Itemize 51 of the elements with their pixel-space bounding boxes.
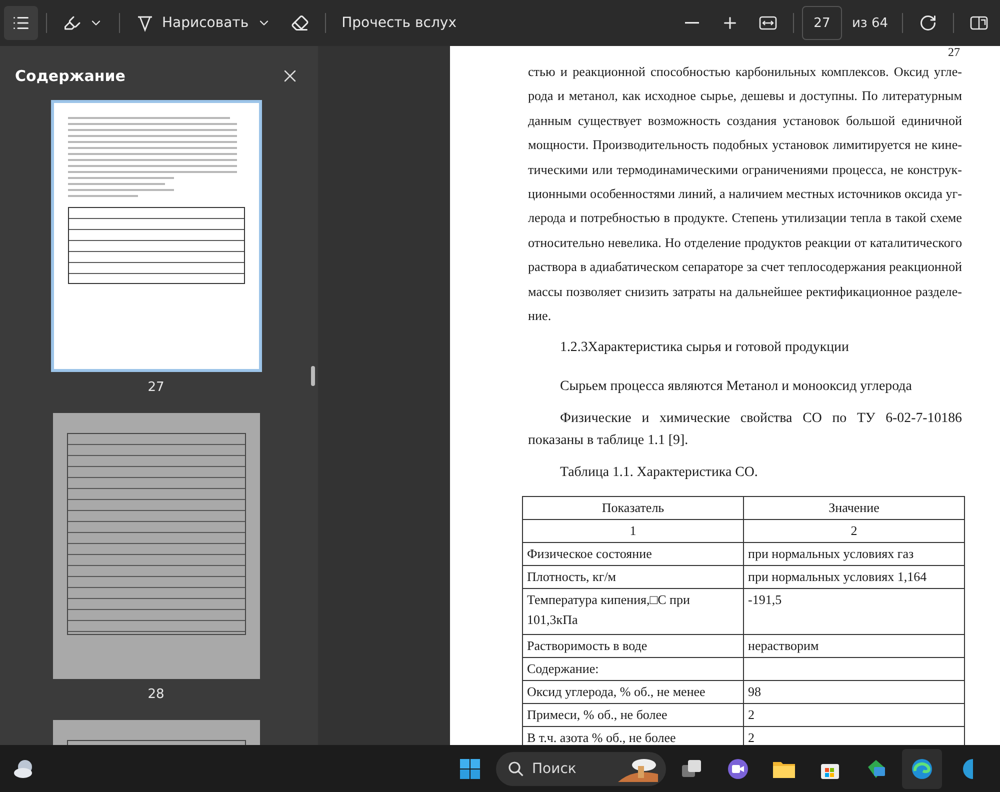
table-cell: Физическое состояние xyxy=(522,542,744,566)
table-cell: Плотность, кг/м xyxy=(522,566,744,589)
page-thumbnail[interactable] xyxy=(52,413,260,679)
highlighter-icon xyxy=(63,14,81,32)
table-cell: Оксид углерода, % об., не менее xyxy=(522,680,744,704)
paragraph: стью и реакционной способностью карбонильных комплексов. Оксид угле- рода и метанол, как исходное сырье, дешевы и доступны. По литературным данным существует возможность создания установок большой единичной мощности. Производительность подобных установок лимитируется не кине- тическими или термодинамическими ограничениями процесса, не конструк- ционными особенностями линий, а наличием местных источников оксида уг- лерода и потребностью в продукте. Степень утилизации тепла в такой схеме относительно невелика. Но отделение продуктов реакции от каталитического раствора в адиабатическом сепараторе за счет теплосодержания реакционной массы позволяет снизить затраты на дальнейшее ректификационное разделе- ние. xyxy=(528,63,962,326)
paragraph: Сырьем процесса являются Метанол и монооксид углерода xyxy=(559,378,913,396)
windows-logo-icon xyxy=(459,758,481,780)
page-number: 27 xyxy=(948,46,960,59)
table-cell: 98 xyxy=(744,680,964,704)
video-camera-icon xyxy=(727,758,749,780)
scrollbar-thumb[interactable] xyxy=(311,366,315,386)
page-thumbnail[interactable] xyxy=(50,100,262,372)
sidebar-title: Содержание xyxy=(15,67,126,85)
page-number-label: 27 xyxy=(148,380,164,395)
table-cell: 1 xyxy=(522,520,744,543)
search-field[interactable]: Поиск xyxy=(496,752,666,786)
browser-button[interactable] xyxy=(902,748,942,788)
table-cell: -191,5 xyxy=(744,588,964,635)
page-number-field[interactable]: 27 xyxy=(802,6,842,40)
list-icon xyxy=(12,14,30,32)
two-page-icon xyxy=(970,15,988,31)
table-cell: Растворимость в воде xyxy=(522,634,744,658)
table-caption: Таблица 1.1. Характеристика СО. xyxy=(559,464,759,482)
section-heading: 1.2.3Характеристика сырья и готовой продукции xyxy=(559,339,850,358)
rotate-icon xyxy=(919,14,937,32)
app-icon xyxy=(961,756,975,780)
fit-width-icon xyxy=(758,16,777,30)
pen-icon xyxy=(136,14,154,32)
read-aloud-button[interactable]: Прочесть вслух xyxy=(334,6,464,40)
page-total: из 64 xyxy=(852,16,888,30)
minus-icon xyxy=(684,22,699,24)
table-cell: при нормальных условиях газ xyxy=(744,542,964,566)
table-header: Значение xyxy=(744,496,964,520)
page-number-label: 28 xyxy=(148,687,164,702)
table-cell: Примеси, % об., не более xyxy=(522,704,744,727)
table-cell: Содержание: xyxy=(522,658,744,681)
task-view-icon xyxy=(681,758,703,778)
paragraph: Физические и химические свойства СО по ТУ 6-02-7-10186 показаны в таблице 1.1 [9]. xyxy=(528,410,962,450)
table-cell: 2 xyxy=(744,704,964,727)
table-cell: нерастворим xyxy=(744,634,964,658)
search-icon xyxy=(508,760,524,776)
app-icon xyxy=(865,758,887,780)
browser-icon xyxy=(910,756,934,780)
table-cell: при нормальных условиях 1,164 xyxy=(744,566,964,589)
table-cell: 2 xyxy=(744,520,964,543)
draw-button[interactable]: Нарисовать xyxy=(128,6,279,40)
contents-button[interactable] xyxy=(4,6,38,40)
eraser-icon xyxy=(290,14,309,32)
table-cell: Температура кипения,□С при 101,3кПа xyxy=(522,588,744,635)
table-header: Показатель xyxy=(522,496,744,520)
